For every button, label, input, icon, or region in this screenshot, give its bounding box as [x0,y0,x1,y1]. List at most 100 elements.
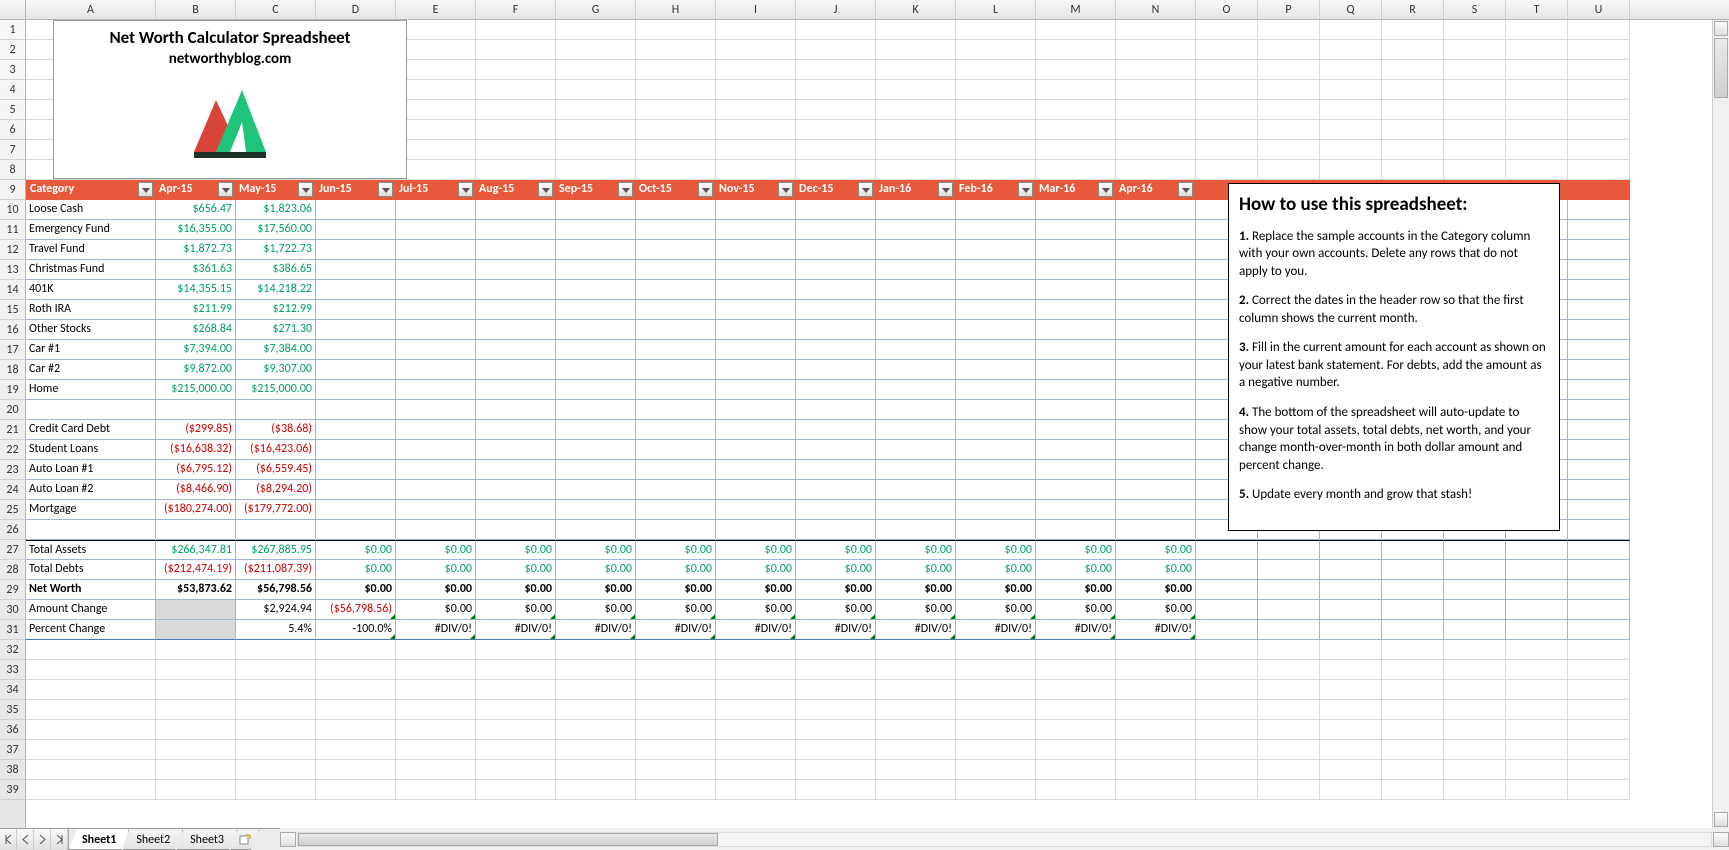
row-header-37[interactable]: 37 [0,740,25,760]
summary-value[interactable]: #DIV/0! [556,620,636,640]
summary-value[interactable]: $0.00 [716,540,796,560]
row-header-10[interactable]: 10 [0,200,25,220]
row-header-25[interactable]: 25 [0,500,25,520]
summary-value[interactable]: $0.00 [636,540,716,560]
header-month-Sep-15[interactable]: Sep-15 [556,180,636,200]
value-cell[interactable]: ($6,559.45) [236,460,316,480]
value-cell[interactable]: $1,722.73 [236,240,316,260]
value-cell[interactable]: ($8,466.90) [156,480,236,500]
value-cell[interactable]: $9,872.00 [156,360,236,380]
col-header-B[interactable]: B [156,0,236,19]
summary-value[interactable]: $0.00 [636,600,716,620]
category-cell[interactable]: 401K [26,280,156,300]
row-header-5[interactable]: 5 [0,100,25,120]
cell-grid[interactable]: Net Worth Calculator Spreadsheet networt… [26,20,1729,828]
category-cell[interactable]: Roth IRA [26,300,156,320]
summary-value[interactable]: $2,924.94 [236,600,316,620]
summary-value[interactable]: $0.00 [1036,540,1116,560]
filter-button[interactable] [1018,182,1033,197]
summary-label[interactable]: Total Debts [26,560,156,580]
category-cell[interactable]: Home [26,380,156,400]
summary-value[interactable]: ($211,087.39) [236,560,316,580]
summary-value[interactable] [156,620,236,640]
filter-button[interactable] [298,182,313,197]
col-header-N[interactable]: N [1116,0,1196,19]
summary-value[interactable]: $0.00 [956,600,1036,620]
col-header-U[interactable]: U [1568,0,1630,19]
value-cell[interactable]: $361.63 [156,260,236,280]
scroll-up-button[interactable] [1714,21,1728,36]
summary-value[interactable]: $0.00 [956,560,1036,580]
tab-nav-first[interactable] [0,829,17,850]
header-month-Aug-15[interactable]: Aug-15 [476,180,556,200]
row-header-31[interactable]: 31 [0,620,25,640]
row-header-6[interactable]: 6 [0,120,25,140]
col-header-G[interactable]: G [556,0,636,19]
summary-value[interactable]: $0.00 [716,600,796,620]
summary-label[interactable]: Amount Change [26,600,156,620]
row-header-26[interactable]: 26 [0,520,25,540]
value-cell[interactable]: $17,560.00 [236,220,316,240]
category-cell[interactable]: Emergency Fund [26,220,156,240]
summary-value[interactable]: $0.00 [636,580,716,600]
header-month-Feb-16[interactable]: Feb-16 [956,180,1036,200]
summary-value[interactable]: #DIV/0! [956,620,1036,640]
filter-button[interactable] [778,182,793,197]
col-header-S[interactable]: S [1444,0,1506,19]
filter-button[interactable] [378,182,393,197]
header-month-Jan-16[interactable]: Jan-16 [876,180,956,200]
row-header-24[interactable]: 24 [0,480,25,500]
col-header-T[interactable]: T [1506,0,1568,19]
filter-button[interactable] [618,182,633,197]
summary-value[interactable]: #DIV/0! [876,620,956,640]
category-cell[interactable]: Other Stocks [26,320,156,340]
category-cell[interactable]: Auto Loan #2 [26,480,156,500]
row-header-8[interactable]: 8 [0,160,25,180]
sheet-tab-sheet1[interactable]: Sheet1 [69,829,129,850]
col-header-R[interactable]: R [1382,0,1444,19]
summary-value[interactable]: $53,873.62 [156,580,236,600]
summary-value[interactable]: $0.00 [476,540,556,560]
summary-value[interactable]: $0.00 [796,580,876,600]
summary-value[interactable]: $0.00 [396,580,476,600]
col-header-J[interactable]: J [796,0,876,19]
row-header-33[interactable]: 33 [0,660,25,680]
summary-value[interactable]: $0.00 [1036,600,1116,620]
value-cell[interactable]: ($6,795.12) [156,460,236,480]
summary-value[interactable]: $0.00 [876,540,956,560]
summary-value[interactable]: $0.00 [796,600,876,620]
row-header-7[interactable]: 7 [0,140,25,160]
row-header-15[interactable]: 15 [0,300,25,320]
filter-button[interactable] [458,182,473,197]
vertical-scroll-thumb[interactable] [1714,38,1728,98]
tab-nav-last[interactable] [51,829,68,850]
summary-value[interactable]: #DIV/0! [476,620,556,640]
summary-value[interactable]: $0.00 [556,560,636,580]
row-header-16[interactable]: 16 [0,320,25,340]
row-header-22[interactable]: 22 [0,440,25,460]
value-cell[interactable]: $16,355.00 [156,220,236,240]
select-all-corner[interactable] [0,0,26,19]
row-header-1[interactable]: 1 [0,20,25,40]
summary-value[interactable]: #DIV/0! [1116,620,1196,640]
category-cell[interactable]: Mortgage [26,500,156,520]
sheet-tab-sheet3[interactable]: Sheet3 [177,830,237,850]
row-header-21[interactable]: 21 [0,420,25,440]
row-header-29[interactable]: 29 [0,580,25,600]
summary-value[interactable]: $0.00 [956,580,1036,600]
col-header-P[interactable]: P [1258,0,1320,19]
value-cell[interactable]: ($16,638.32) [156,440,236,460]
row-header-20[interactable]: 20 [0,400,25,420]
header-month-Apr-15[interactable]: Apr-15 [156,180,236,200]
row-header-4[interactable]: 4 [0,80,25,100]
col-header-L[interactable]: L [956,0,1036,19]
col-header-C[interactable]: C [236,0,316,19]
row-header-11[interactable]: 11 [0,220,25,240]
row-header-38[interactable]: 38 [0,760,25,780]
summary-value[interactable]: $0.00 [1116,580,1196,600]
summary-value[interactable]: $0.00 [476,580,556,600]
value-cell[interactable]: $268.84 [156,320,236,340]
value-cell[interactable]: $9,307.00 [236,360,316,380]
summary-value[interactable]: $267,885.95 [236,540,316,560]
row-header-30[interactable]: 30 [0,600,25,620]
